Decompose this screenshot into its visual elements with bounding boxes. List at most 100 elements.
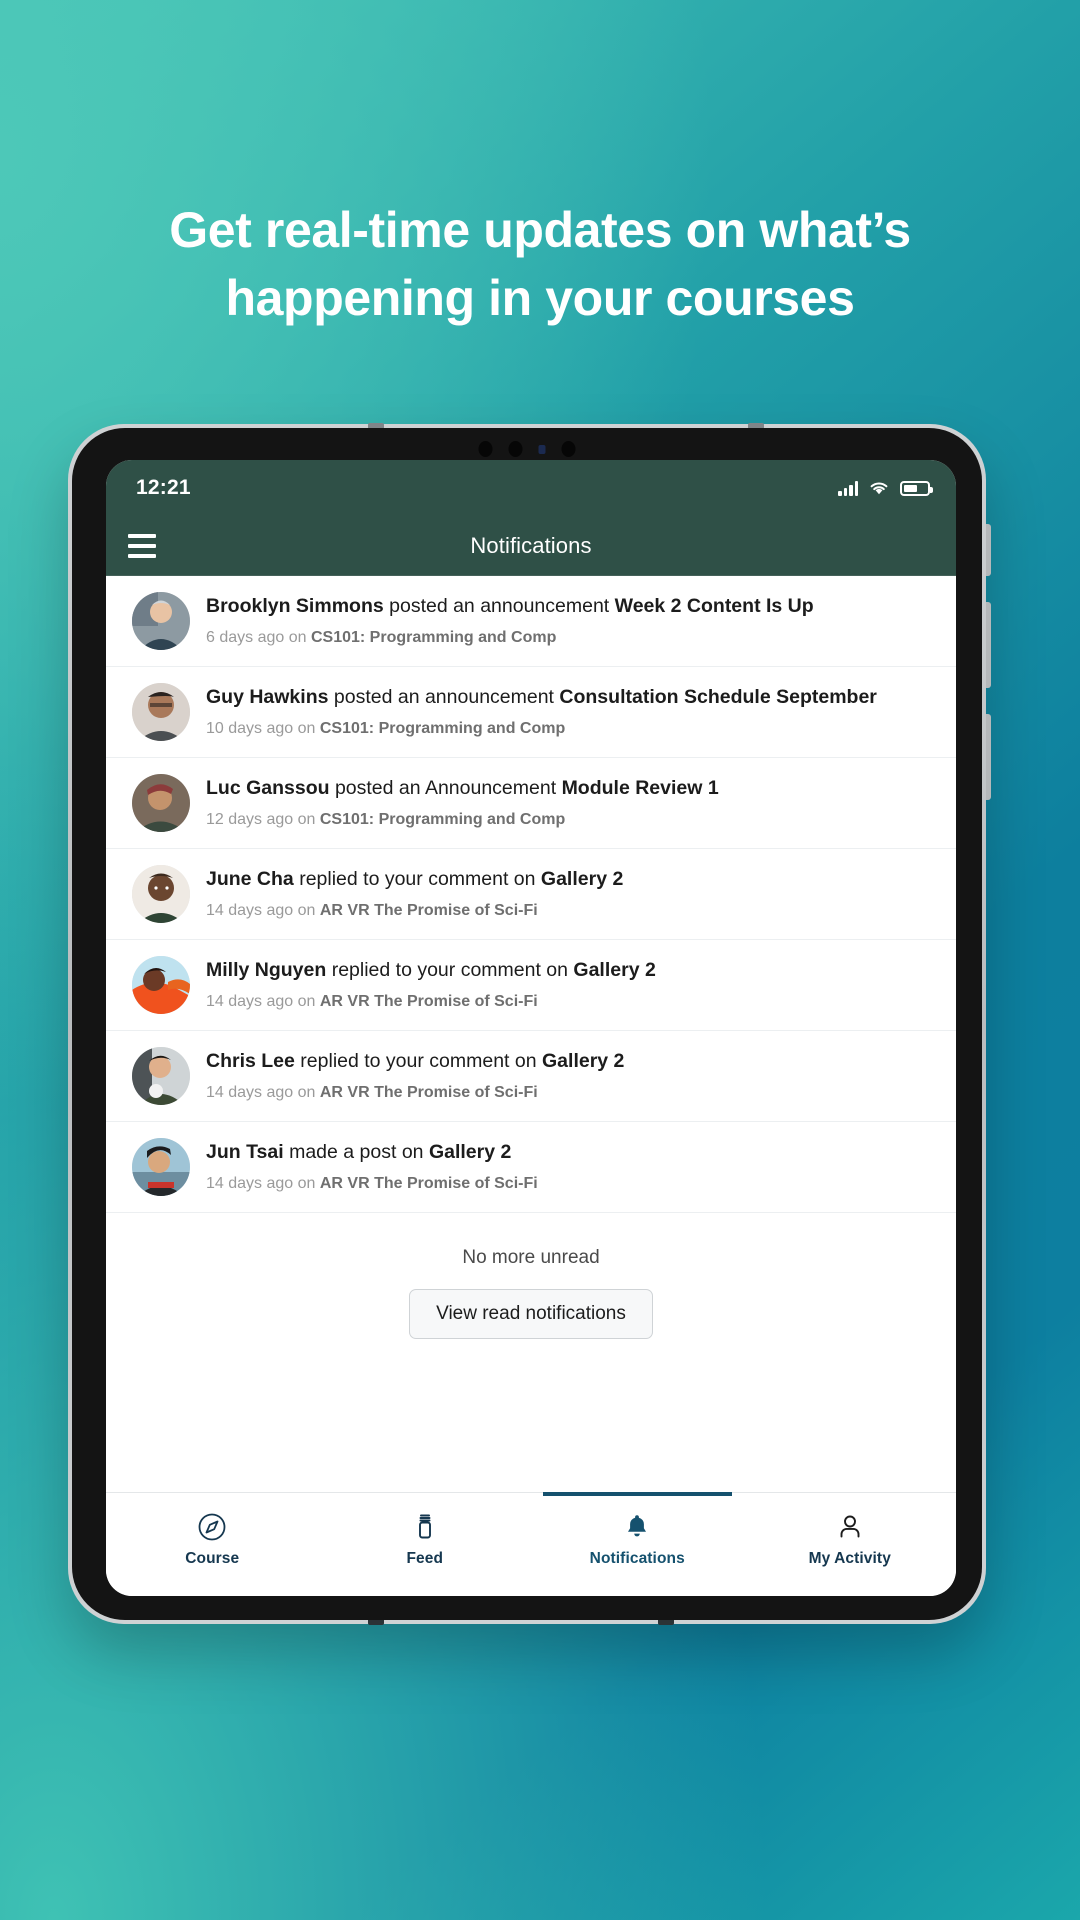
- battery-icon: [900, 480, 933, 496]
- notification-text: Guy Hawkins posted an announcement Consu…: [206, 685, 877, 710]
- avatar: [132, 1047, 190, 1105]
- avatar: [132, 774, 190, 832]
- wifi-icon: [870, 482, 888, 495]
- status-bar-time: 12:21: [136, 476, 191, 499]
- avatar: [132, 592, 190, 650]
- headline-line-2: happening in your courses: [225, 270, 855, 326]
- promo-headline: Get real-time updates on what’s happenin…: [0, 196, 1080, 332]
- notification-body: Brooklyn Simmons posted an announcement …: [206, 592, 814, 647]
- notification-course: AR VR The Promise of Sci-Fi: [319, 901, 538, 919]
- tab-my-activity[interactable]: My Activity: [744, 1493, 957, 1596]
- notification-meta: 10 days ago on CS101: Programming and Co…: [206, 719, 877, 738]
- device-body: 12:21 Notifications Brooklyn Simmons pos…: [72, 428, 982, 1620]
- notification-target: Module Review 1: [561, 777, 719, 799]
- hamburger-menu-icon[interactable]: [128, 532, 162, 560]
- notification-time: 10 days ago on: [206, 719, 320, 737]
- notification-item[interactable]: June Cha replied to your comment on Gall…: [106, 849, 956, 939]
- notification-item[interactable]: Luc Ganssou posted an Announcement Modul…: [106, 758, 956, 848]
- notification-actor: Chris Lee: [206, 1050, 295, 1072]
- device-volume-down-button: [986, 714, 991, 800]
- page-title: Notifications: [470, 532, 592, 558]
- notification-body: Milly Nguyen replied to your comment on …: [206, 956, 656, 1011]
- notification-actor: Luc Ganssou: [206, 777, 330, 799]
- notification-time: 14 days ago on: [206, 901, 320, 919]
- notification-item[interactable]: Guy Hawkins posted an announcement Consu…: [106, 667, 956, 757]
- promo-stage: Get real-time updates on what’s happenin…: [0, 0, 1080, 1920]
- app-bar: Notifications: [106, 516, 956, 576]
- notification-meta: 12 days ago on CS101: Programming and Co…: [206, 810, 719, 829]
- camera-lens-icon: [561, 441, 576, 457]
- notification-time: 12 days ago on: [206, 810, 320, 828]
- notification-course: CS101: Programming and Comp: [310, 628, 557, 646]
- notification-text: Milly Nguyen replied to your comment on …: [206, 958, 656, 983]
- phone-mockup: 12:21 Notifications Brooklyn Simmons pos…: [68, 423, 991, 1625]
- tab-course[interactable]: Course: [106, 1493, 319, 1596]
- notification-target: Gallery 2: [428, 1141, 512, 1163]
- avatar: [132, 865, 190, 923]
- notification-time: 14 days ago on: [206, 992, 320, 1010]
- notification-meta: 14 days ago on AR VR The Promise of Sci-…: [206, 1174, 538, 1193]
- notification-time: 6 days ago on: [206, 628, 311, 646]
- notification-meta: 14 days ago on AR VR The Promise of Sci-…: [206, 992, 656, 1011]
- phone-screen: 12:21 Notifications Brooklyn Simmons pos…: [106, 460, 956, 1596]
- device-side-button: [986, 524, 991, 576]
- notification-course: AR VR The Promise of Sci-Fi: [319, 992, 538, 1010]
- notification-actor: Brooklyn Simmons: [206, 595, 384, 617]
- notification-item[interactable]: Milly Nguyen replied to your comment on …: [106, 940, 956, 1030]
- avatar: [132, 1138, 190, 1196]
- notification-action: replied to your comment on: [299, 868, 536, 890]
- notification-action: posted an announcement: [333, 686, 554, 708]
- tab-notifications[interactable]: Notifications: [531, 1492, 744, 1596]
- view-read-notifications-button[interactable]: View read notifications: [409, 1289, 653, 1339]
- notification-body: Chris Lee replied to your comment on Gal…: [206, 1047, 624, 1102]
- tab-feed[interactable]: Feed: [319, 1493, 532, 1596]
- notification-target: Week 2 Content Is Up: [614, 595, 814, 617]
- notification-action: made a post on: [289, 1141, 424, 1163]
- notification-target: Gallery 2: [540, 868, 624, 890]
- tab-label: My Activity: [808, 1550, 891, 1567]
- compass-icon: [197, 1510, 227, 1544]
- notification-body: Jun Tsai made a post on Gallery 2 14 day…: [206, 1138, 538, 1193]
- notification-item[interactable]: Jun Tsai made a post on Gallery 2 14 day…: [106, 1122, 956, 1212]
- avatar: [132, 683, 190, 741]
- notification-item[interactable]: Brooklyn Simmons posted an announcement …: [106, 576, 956, 666]
- notification-course: CS101: Programming and Comp: [319, 719, 566, 737]
- avatar: [132, 956, 190, 1014]
- notification-target: Gallery 2: [542, 1050, 625, 1072]
- no-more-unread-label: No more unread: [462, 1247, 600, 1268]
- notification-list[interactable]: Brooklyn Simmons posted an announcement …: [106, 576, 956, 1492]
- notification-text: June Cha replied to your comment on Gall…: [206, 867, 623, 892]
- tab-label: Course: [185, 1550, 240, 1567]
- device-volume-up-button: [986, 602, 991, 688]
- notification-actor: Milly Nguyen: [206, 959, 327, 981]
- notification-meta: 14 days ago on AR VR The Promise of Sci-…: [206, 901, 623, 920]
- notification-action: replied to your comment on: [331, 959, 568, 981]
- bell-icon: [622, 1510, 652, 1544]
- camera-lens-icon: [508, 441, 523, 457]
- bottom-tab-bar: Course Feed Notifications My Activity: [106, 1492, 956, 1596]
- notification-target: Gallery 2: [573, 959, 656, 981]
- status-bar-icons: [838, 480, 933, 496]
- jar-icon: [410, 1510, 440, 1544]
- camera-lens-icon: [478, 441, 493, 457]
- tab-label: Feed: [406, 1550, 444, 1567]
- notification-action: posted an Announcement: [334, 777, 557, 799]
- notification-text: Chris Lee replied to your comment on Gal…: [206, 1049, 624, 1074]
- notification-meta: 14 days ago on AR VR The Promise of Sci-…: [206, 1083, 624, 1102]
- notification-actor: June Cha: [206, 868, 294, 890]
- notification-item[interactable]: Chris Lee replied to your comment on Gal…: [106, 1031, 956, 1121]
- notification-body: Luc Ganssou posted an Announcement Modul…: [206, 774, 719, 829]
- notification-text: Brooklyn Simmons posted an announcement …: [206, 594, 814, 619]
- list-footer: No more unread View read notifications: [106, 1212, 956, 1339]
- notification-course: AR VR The Promise of Sci-Fi: [319, 1174, 538, 1192]
- notification-course: AR VR The Promise of Sci-Fi: [319, 1083, 538, 1101]
- notification-text: Jun Tsai made a post on Gallery 2: [206, 1140, 538, 1165]
- notification-time: 14 days ago on: [206, 1083, 320, 1101]
- notification-body: Guy Hawkins posted an announcement Consu…: [206, 683, 877, 738]
- notification-action: posted an announcement: [389, 595, 610, 617]
- status-bar: 12:21: [106, 460, 956, 516]
- signal-bars-icon: [838, 480, 858, 496]
- person-icon: [835, 1510, 865, 1544]
- notification-actor: Guy Hawkins: [206, 686, 329, 708]
- notification-course: CS101: Programming and Comp: [319, 810, 566, 828]
